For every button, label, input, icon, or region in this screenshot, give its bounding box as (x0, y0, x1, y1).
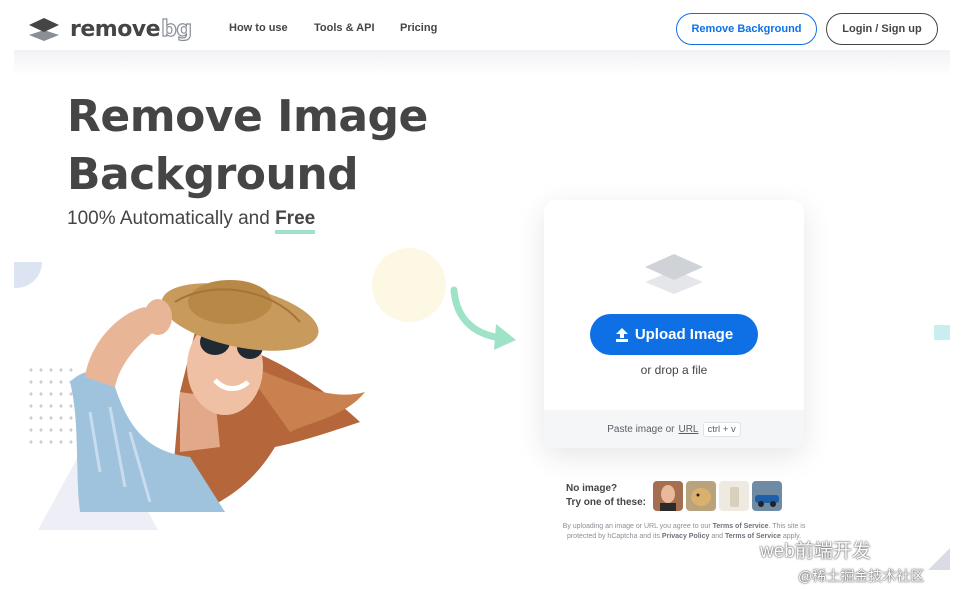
hero-subtitle-text: 100% Automatically and (67, 208, 276, 229)
hero-woman-image (70, 280, 365, 512)
drop-file-text: or drop a file (640, 363, 708, 377)
hero-subtitle: 100% Automatically and Free (67, 208, 316, 234)
decorative-shape-left (14, 262, 42, 288)
paste-bar: Paste image or URL ctrl + v (544, 410, 804, 448)
hero-title-line2: Background (67, 149, 359, 200)
upload-card[interactable]: Upload Image or drop a file Paste image … (544, 200, 804, 448)
decorative-square-right (934, 325, 950, 340)
logo-wordmark: remove (70, 16, 161, 42)
sample-thumb-car[interactable] (752, 481, 782, 511)
paste-text: Paste image or (607, 423, 675, 435)
upload-button-label: Upload Image (634, 326, 734, 343)
sample-product-image (719, 481, 749, 511)
key-v-label: v (731, 423, 736, 435)
upload-image-button[interactable]: Upload Image (590, 314, 758, 355)
nav-pricing[interactable]: Pricing (400, 22, 437, 34)
decorative-circle (372, 248, 446, 322)
removebg-logo[interactable]: remove bg (28, 16, 193, 42)
sample-thumb-product[interactable] (719, 481, 749, 511)
sample-car-image (752, 481, 782, 511)
terms-of-service-link[interactable]: Terms of Service (713, 523, 769, 530)
key-plus-label: + (722, 423, 729, 435)
decorative-corner (928, 548, 950, 570)
login-signup-button[interactable]: Login / Sign up (826, 13, 938, 45)
terms-text-1: By uploading an image or URL you agree t… (562, 523, 711, 530)
hero-title: Remove Image Background (67, 88, 487, 204)
shortcut-key-ctrl: ctrl + v (702, 421, 741, 437)
watermark-line1: web前端开发 (760, 541, 871, 562)
sample-dog-image (686, 481, 716, 511)
header-shadow (14, 50, 950, 76)
terms-text-3: and (711, 533, 724, 540)
key-ctrl-label: ctrl (707, 423, 721, 435)
logo-suffix: bg (160, 16, 192, 42)
upload-icon (615, 327, 628, 342)
image-layers-icon (645, 254, 703, 294)
remove-background-button[interactable]: Remove Background (676, 13, 817, 45)
logo-layers-icon (29, 18, 59, 41)
hero-subtitle-free: Free (275, 208, 316, 234)
sample-thumb-dog[interactable] (686, 481, 716, 511)
hero-title-line1: Remove Image (67, 91, 428, 142)
sample-thumb-woman[interactable] (653, 481, 683, 511)
nav-tools-api[interactable]: Tools & API (314, 22, 375, 34)
sample-images-label: No image? Try one of these: (566, 482, 646, 510)
watermark-line2: @稀土掘金技术社区 (798, 568, 925, 584)
privacy-policy-link[interactable]: Privacy Policy (662, 533, 709, 540)
nav-how-to-use[interactable]: How to use (229, 22, 288, 34)
sample-label-line1: No image? (566, 483, 618, 494)
paste-url-link[interactable]: URL (678, 424, 698, 435)
sample-label-line2: Try one of these: (566, 497, 647, 508)
sample-woman-image (653, 481, 683, 511)
arrow-icon (450, 286, 516, 350)
